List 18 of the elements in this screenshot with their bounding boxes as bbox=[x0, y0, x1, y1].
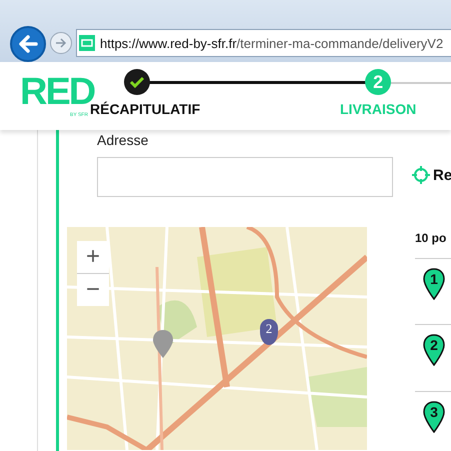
address-label: Adresse bbox=[97, 132, 150, 148]
numbered-pin[interactable]: 3 bbox=[423, 400, 445, 433]
step-number: 2 bbox=[365, 69, 392, 95]
address-bar[interactable]: https://www.red-by-sfr.fr/terminer-ma-commande/deliveryV2 bbox=[76, 29, 451, 57]
zoom-in-button[interactable]: + bbox=[77, 241, 109, 273]
forward-button[interactable] bbox=[50, 32, 72, 54]
location-pin-icon[interactable] bbox=[153, 330, 173, 358]
results-count: 10 po bbox=[415, 231, 448, 247]
numbered-pin[interactable]: 1 bbox=[423, 268, 445, 300]
address-input[interactable] bbox=[97, 157, 393, 197]
back-button[interactable] bbox=[10, 26, 46, 62]
forward-arrow-icon bbox=[54, 36, 68, 50]
site-favicon-icon bbox=[79, 35, 95, 51]
url-text: https://www.red-by-sfr.fr/terminer-ma-commande/deliveryV2 bbox=[100, 36, 444, 50]
zoom-out-button[interactable]: − bbox=[77, 274, 109, 306]
back-arrow-icon bbox=[17, 33, 39, 55]
numbered-pin[interactable]: 2 bbox=[423, 334, 445, 366]
crosshair-icon bbox=[411, 165, 431, 185]
